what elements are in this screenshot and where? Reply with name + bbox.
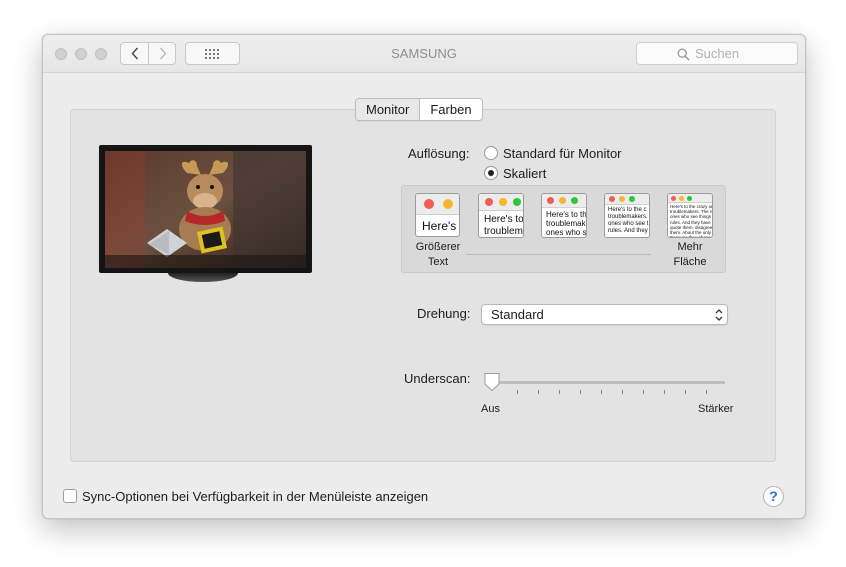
slider-tick	[601, 390, 602, 394]
help-button[interactable]: ?	[763, 486, 784, 507]
scale-option-2-sample: Here's to troublem	[484, 214, 524, 237]
title-bar: SAMSUNG Suchen	[43, 35, 805, 73]
scale-option-3[interactable]: Here's to th troublemake ones who se	[541, 193, 587, 238]
slider-tick	[643, 390, 644, 394]
search-field[interactable]: Suchen	[636, 42, 798, 65]
slider-tick	[580, 390, 581, 394]
scale-option-4-sample: Here's to the c troublemakers. ones who …	[608, 207, 649, 234]
larger-text-caption-2: Text	[427, 256, 449, 268]
scale-option-5[interactable]: Here's to the crazy one troublemakers. T…	[667, 193, 713, 238]
scale-option-2[interactable]: Here's to troublem	[478, 193, 524, 238]
rotation-popup[interactable]: Standard	[481, 304, 728, 325]
more-space-caption: Mehr	[677, 241, 703, 253]
scale-option-4[interactable]: Here's to the c troublemakers. ones who …	[604, 193, 650, 238]
sync-options-label[interactable]: Sync-Optionen bei Verfügbarkeit in der M…	[82, 489, 428, 504]
slider-tick	[538, 390, 539, 394]
scale-option-5-sample: Here's to the crazy one troublemakers. T…	[670, 204, 713, 238]
radio-scaled-label[interactable]: Skaliert	[503, 166, 546, 181]
rotation-label: Drehung:	[417, 306, 471, 321]
underscan-max-label: Stärker	[698, 403, 734, 415]
more-space-caption-2: Fläche	[673, 256, 707, 268]
radio-standard-monitor[interactable]	[484, 146, 498, 160]
moose-plush-photo	[105, 151, 306, 268]
scale-option-1-sample: Here's	[422, 219, 457, 233]
underscan-slider-knob[interactable]	[483, 372, 501, 392]
desktop-wallpaper	[105, 151, 306, 268]
sync-options-checkbox[interactable]	[63, 489, 77, 503]
popup-arrows-icon	[715, 309, 723, 321]
tab-farben[interactable]: Farben	[420, 99, 481, 120]
underscan-min-label: Aus	[481, 403, 500, 415]
search-icon	[677, 48, 690, 61]
tab-bar: Monitor Farben	[355, 98, 483, 121]
monitor-image	[99, 145, 312, 273]
radio-standard-monitor-label[interactable]: Standard für Monitor	[503, 146, 622, 161]
tab-monitor[interactable]: Monitor	[356, 99, 421, 120]
scale-option-3-sample: Here's to th troublemake ones who se	[546, 210, 587, 238]
slider-tick	[559, 390, 560, 394]
underscan-slider-track[interactable]	[491, 381, 725, 384]
search-placeholder: Suchen	[695, 46, 740, 61]
radio-scaled[interactable]	[484, 166, 498, 180]
rotation-value: Standard	[491, 307, 544, 322]
larger-text-caption: Größerer	[415, 241, 461, 253]
resolution-label: Auflösung:	[408, 146, 470, 161]
slider-tick	[517, 390, 518, 394]
radio-selected-dot	[488, 170, 494, 176]
slider-tick	[706, 390, 707, 394]
preferences-window: SAMSUNG Suchen Monitor Farben Auflösung:…	[42, 34, 806, 519]
scale-divider-line	[466, 254, 651, 255]
underscan-label: Underscan:	[404, 371, 471, 386]
slider-tick	[685, 390, 686, 394]
scaling-options: Here's Here's to troublem Here's to th t…	[401, 185, 726, 273]
scale-option-1[interactable]: Here's	[415, 193, 460, 237]
slider-tick	[622, 390, 623, 394]
slider-tick	[664, 390, 665, 394]
